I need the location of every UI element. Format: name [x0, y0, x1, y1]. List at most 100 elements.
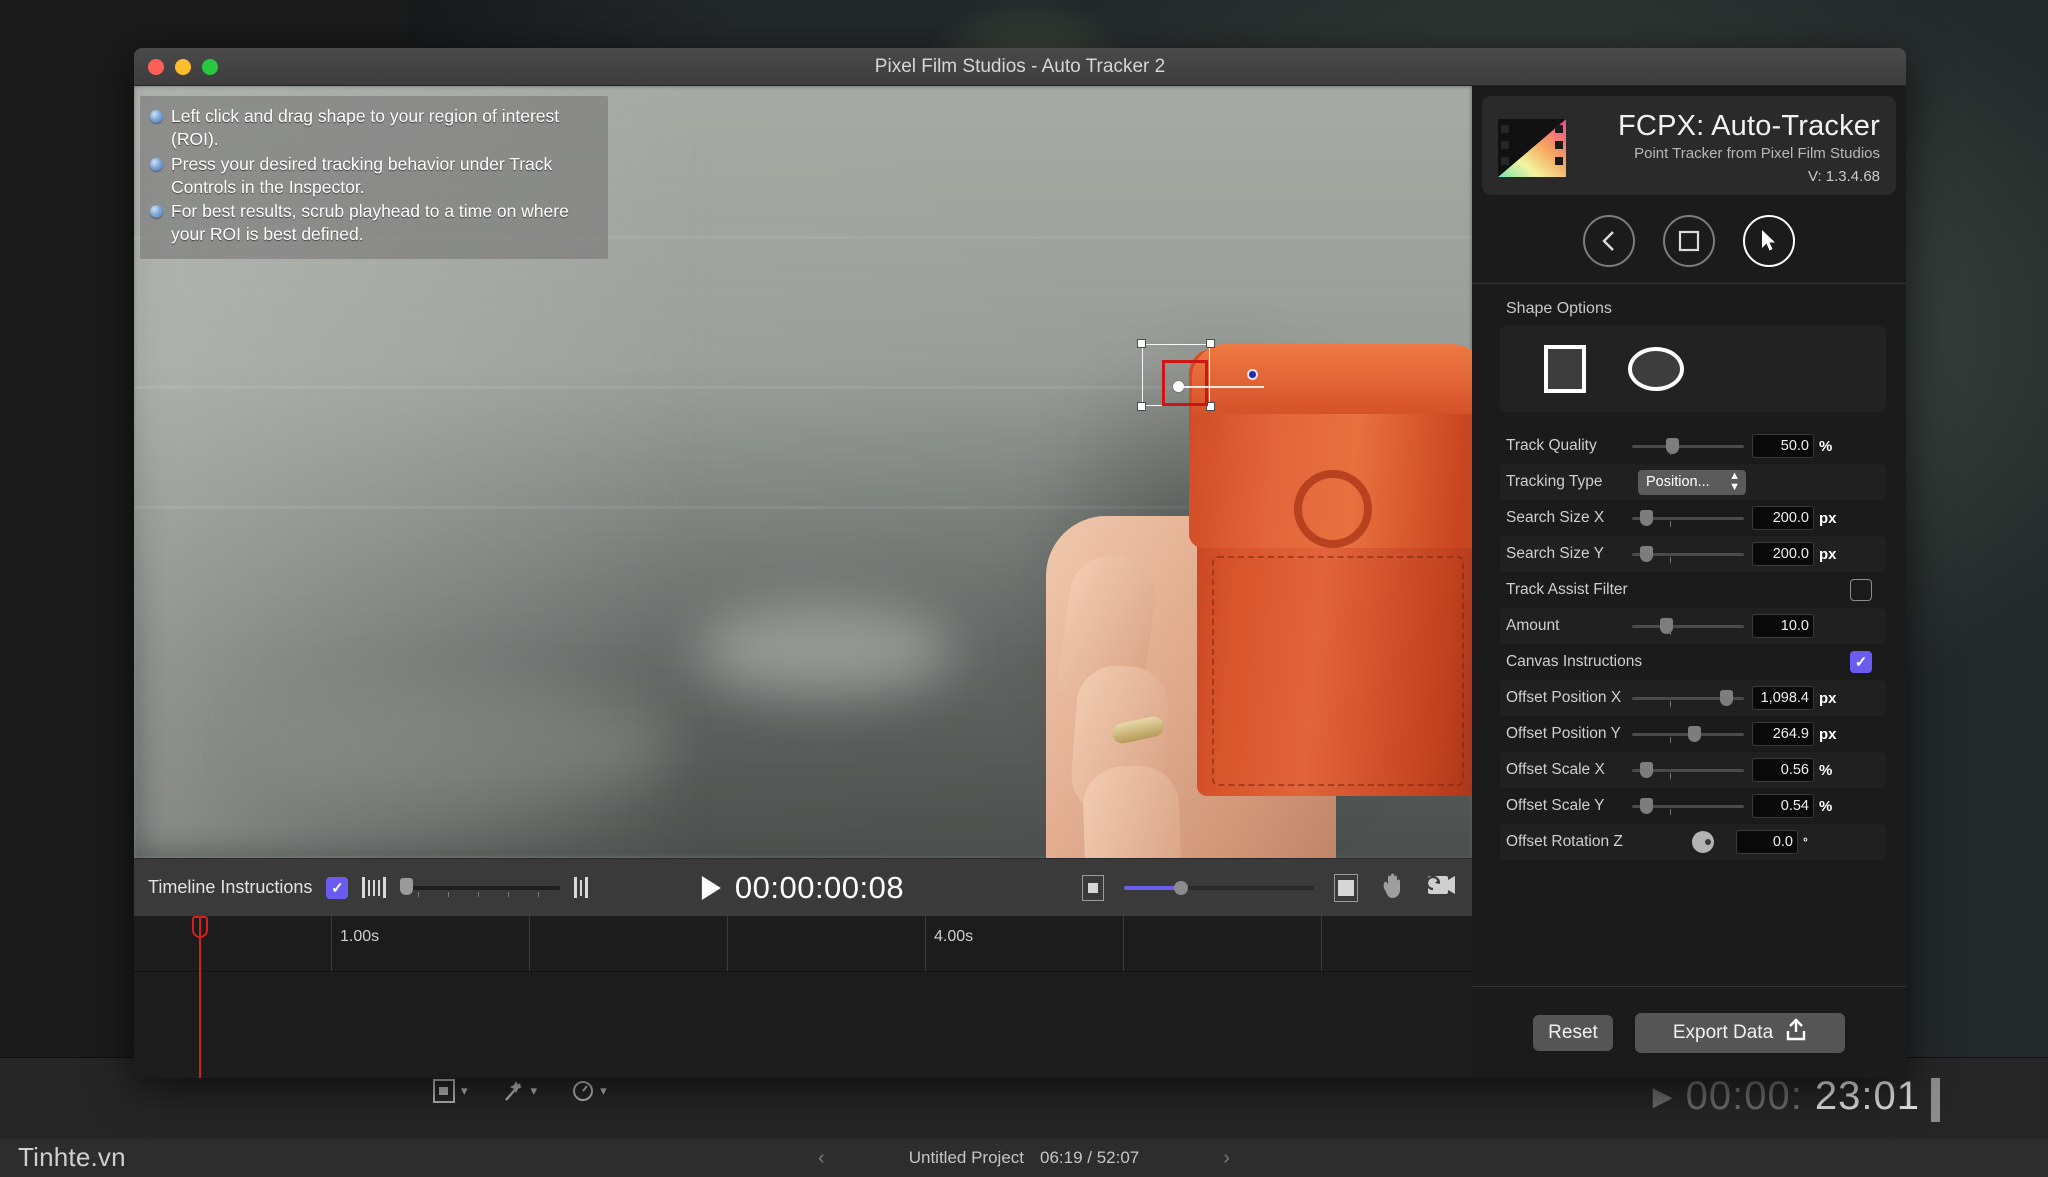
rotation-dial[interactable]: [1692, 831, 1714, 853]
param-row-offset-position-y: Offset Position Y 264.9 px ↺: [1500, 716, 1886, 752]
param-label: Offset Rotation Z: [1506, 833, 1623, 850]
instruction-item: For best results, scrub playhead to a ti…: [150, 200, 598, 247]
ellipse-shape-button[interactable]: [1628, 347, 1684, 391]
param-value[interactable]: 50.0: [1752, 434, 1814, 458]
host-timecode-handle[interactable]: [1931, 1078, 1940, 1122]
crop-tool-icon[interactable]: ▾: [432, 1078, 468, 1104]
param-slider[interactable]: [1632, 509, 1744, 527]
mark-out-icon[interactable]: [574, 877, 589, 898]
param-row-track-assist-filter: Track Assist Filter: [1500, 572, 1886, 608]
traffic-lights: [148, 59, 218, 75]
param-row-search-size-x: Search Size X 200.0 px ↺: [1500, 500, 1886, 536]
param-row-offset-scale-y: Offset Scale Y 0.54 % ↺: [1500, 788, 1886, 824]
window-body: Left click and drag shape to your region…: [134, 86, 1906, 1078]
bullet-icon: [150, 110, 163, 123]
reset-button[interactable]: Reset: [1533, 1014, 1613, 1051]
param-slider[interactable]: [1632, 725, 1744, 743]
project-duration: 06:19 / 52:07: [1040, 1148, 1140, 1167]
param-label: Offset Position Y: [1506, 725, 1621, 742]
video-canvas[interactable]: Left click and drag shape to your region…: [134, 86, 1472, 858]
mark-in-icon[interactable]: [362, 877, 387, 898]
param-value[interactable]: 200.0: [1752, 542, 1814, 566]
next-project-button[interactable]: ›: [1155, 1147, 1298, 1170]
select-tool-button[interactable]: [1743, 215, 1795, 267]
param-row-search-size-y: Search Size Y 200.0 px ↺: [1500, 536, 1886, 572]
timeline-playhead[interactable]: [192, 916, 208, 1078]
param-unit: px: [1819, 509, 1837, 527]
minimize-button[interactable]: [175, 59, 191, 75]
back-button[interactable]: [1583, 215, 1635, 267]
param-value[interactable]: 200.0: [1752, 506, 1814, 530]
ruler-label: 1.00s: [340, 928, 380, 945]
param-row-tracking-type: Tracking Type Position... ▲▼ ↺: [1500, 464, 1886, 500]
rectangle-shape-button[interactable]: [1544, 345, 1586, 393]
retime-tool-icon[interactable]: ▾: [571, 1078, 607, 1104]
param-row-canvas-instructions: Canvas Instructions ✓ ↺: [1500, 644, 1886, 680]
param-value[interactable]: 0.54: [1752, 794, 1814, 818]
zoom-slider[interactable]: [1124, 880, 1314, 895]
prev-project-button[interactable]: ‹: [750, 1147, 893, 1170]
roi-selection[interactable]: [1137, 339, 1264, 411]
param-slider[interactable]: [1632, 797, 1744, 815]
param-slider[interactable]: [1632, 617, 1744, 635]
timeline-ruler[interactable]: 1.00s 4.00s: [134, 916, 1472, 972]
roi-search-region[interactable]: [1162, 360, 1208, 406]
param-label: Offset Scale X: [1506, 761, 1605, 778]
zoom-in-icon[interactable]: [1334, 873, 1358, 902]
timeline-instructions-checkbox[interactable]: ✓: [326, 876, 349, 899]
param-label: Canvas Instructions: [1506, 653, 1643, 670]
range-ticks: [418, 891, 540, 897]
param-value[interactable]: 10.0: [1752, 614, 1814, 638]
range-scrubber[interactable]: [400, 877, 561, 897]
timeline-panel[interactable]: 1.00s 4.00s: [134, 916, 1472, 1078]
close-button[interactable]: [148, 59, 164, 75]
subject-bag-top: [1192, 344, 1472, 414]
roi-handle-tr[interactable]: [1206, 339, 1215, 348]
param-unit: px: [1819, 689, 1837, 707]
instruction-text: Press your desired tracking behavior und…: [171, 153, 553, 197]
bullet-icon: [150, 157, 163, 171]
loop-playback-icon[interactable]: [1425, 871, 1456, 904]
hand-tool-icon[interactable]: [1378, 870, 1406, 905]
playhead-handle[interactable]: [192, 916, 208, 938]
param-slider[interactable]: [1632, 689, 1744, 707]
shape-options-label: Shape Options: [1506, 300, 1612, 317]
param-value[interactable]: 1,098.4: [1752, 686, 1814, 710]
enhance-tool-icon[interactable]: ▾: [502, 1078, 537, 1104]
roi-handle-bl[interactable]: [1137, 402, 1146, 411]
roi-offset-line: [1184, 386, 1264, 388]
canvas-instructions-overlay: Left click and drag shape to your region…: [140, 96, 608, 259]
instruction-item: Press your desired tracking behavior und…: [150, 153, 598, 200]
parameters-list: Shape Options ↺ Track Quality 50.0 % ↺: [1472, 284, 1906, 986]
bullet-icon: [150, 205, 163, 219]
canvas-instructions-checkbox[interactable]: ✓: [1850, 651, 1872, 673]
param-value: Position...: [1646, 474, 1710, 490]
current-timecode: 00:00:00:08: [734, 869, 905, 905]
play-icon[interactable]: [701, 875, 721, 900]
param-label: Offset Position X: [1506, 689, 1622, 706]
zoom-out-icon[interactable]: [1082, 874, 1104, 901]
window-title: Pixel Film Studios - Auto Tracker 2: [874, 55, 1166, 77]
param-value[interactable]: 0.56: [1752, 758, 1814, 782]
instruction-list: Left click and drag shape to your region…: [150, 105, 598, 247]
brand-header: FCPX: Auto-Tracker Point Tracker from Pi…: [1482, 96, 1896, 195]
param-value[interactable]: 264.9: [1752, 722, 1814, 746]
tracking-type-dropdown[interactable]: Position... ▲ ▼: [1638, 469, 1746, 495]
window-titlebar[interactable]: Pixel Film Studios - Auto Tracker 2: [134, 48, 1906, 86]
zoom-button[interactable]: [202, 59, 218, 75]
param-unit: px: [1819, 725, 1837, 743]
param-slider[interactable]: [1632, 761, 1744, 779]
param-slider[interactable]: [1632, 437, 1744, 455]
inspector-panel: FCPX: Auto-Tracker Point Tracker from Pi…: [1472, 86, 1906, 1078]
host-timecode-dim: 00:00:: [1685, 1074, 1803, 1118]
param-value[interactable]: 0.0: [1736, 830, 1798, 854]
export-data-button[interactable]: Export Data: [1635, 1012, 1845, 1053]
track-assist-filter-checkbox[interactable]: [1850, 579, 1872, 601]
host-timecode-bright: 23:01: [1814, 1074, 1920, 1118]
range-scrubber-knob[interactable]: [400, 877, 414, 895]
stop-button[interactable]: [1663, 215, 1715, 267]
param-slider[interactable]: [1632, 545, 1744, 563]
roi-offset-point[interactable]: [1247, 369, 1258, 380]
share-upload-icon: [1785, 1017, 1807, 1048]
roi-handle-tl[interactable]: [1137, 339, 1146, 348]
